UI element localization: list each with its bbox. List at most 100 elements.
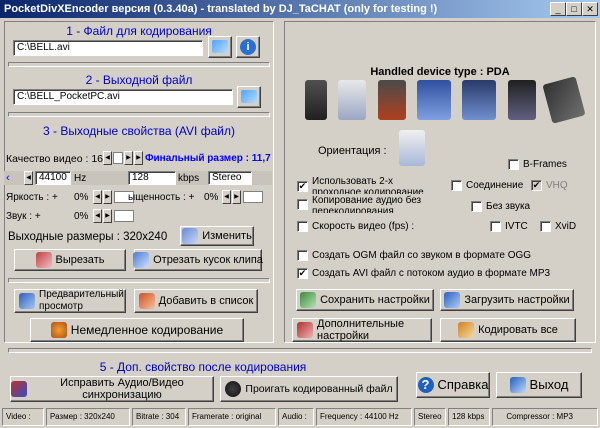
divider bbox=[8, 112, 270, 117]
speed-checkbox[interactable] bbox=[297, 221, 308, 232]
divider bbox=[8, 62, 270, 67]
device-list bbox=[305, 76, 586, 124]
saturation-slider[interactable] bbox=[243, 191, 263, 203]
encode-all-button[interactable]: Кодировать все bbox=[440, 318, 576, 342]
brightness-label: Яркость : + bbox=[6, 192, 58, 203]
quality-max[interactable]: ▶ bbox=[134, 151, 143, 165]
exit-button[interactable]: Выход bbox=[496, 372, 582, 398]
sound-down[interactable]: ◀ bbox=[93, 209, 102, 223]
help-button[interactable]: ? Справка bbox=[416, 372, 490, 398]
sound-up[interactable]: ▶ bbox=[103, 209, 112, 223]
clip-icon bbox=[133, 252, 150, 268]
extra-settings-button[interactable]: Дополнительные настройки bbox=[292, 318, 432, 342]
info-button[interactable]: i bbox=[236, 36, 260, 58]
divider bbox=[8, 348, 592, 353]
xvid-label: XviD bbox=[555, 221, 577, 232]
bframes-checkbox[interactable] bbox=[508, 159, 519, 170]
sound-value: 0% bbox=[74, 211, 89, 222]
device-pocketpc-icon[interactable] bbox=[338, 80, 367, 120]
help-icon: ? bbox=[417, 377, 434, 393]
quality-slider[interactable] bbox=[113, 152, 123, 164]
mp3-checkbox[interactable]: ✔ bbox=[297, 268, 308, 279]
left-arrow-icon[interactable]: ‹ bbox=[6, 172, 10, 184]
section3-title: 3 - Выходные свойства (AVI файл) bbox=[43, 124, 235, 138]
close-button[interactable]: ✕ bbox=[582, 2, 598, 16]
exit-icon bbox=[509, 377, 526, 393]
final-size-label: Финальный размер : 11,7 bbox=[145, 153, 271, 164]
ogg-label: Создать OGM файл со звуком в формате OGG bbox=[312, 250, 532, 261]
section5-title: 5 - Доп. свойство после кодирования bbox=[99, 360, 307, 374]
input-file-field[interactable]: C:\BELL.avi bbox=[13, 40, 203, 56]
copy-audio-label: Копирование аудио без перекодирования bbox=[312, 195, 422, 213]
play-icon bbox=[225, 381, 242, 397]
device-type-title: Handled device type : PDA bbox=[370, 66, 510, 78]
quality-label: Качество видео : 16 bbox=[6, 153, 103, 165]
brightness-value: 0% bbox=[74, 192, 89, 203]
add-to-list-button[interactable]: Добавить в список bbox=[134, 289, 258, 313]
save-settings-button[interactable]: Сохранить настройки bbox=[296, 289, 434, 311]
connection-checkbox[interactable] bbox=[451, 180, 462, 191]
window-title: PocketDivXEncoder версия (0.3.40a) - tra… bbox=[4, 3, 438, 15]
saturation-down[interactable]: ◀ bbox=[222, 190, 231, 204]
settings-icon bbox=[297, 322, 313, 338]
xvid-checkbox[interactable] bbox=[540, 221, 551, 232]
section1-title: 1 - Файл для кодирования bbox=[66, 24, 212, 38]
browse-input-button[interactable] bbox=[208, 36, 232, 58]
sound-slider[interactable] bbox=[114, 210, 134, 222]
device-phone-icon[interactable] bbox=[305, 80, 327, 120]
no-sound-label: Без звука bbox=[486, 201, 531, 212]
freq-spin[interactable]: ◀ bbox=[24, 171, 33, 185]
saturation-up[interactable]: ▶ bbox=[232, 190, 241, 204]
ogg-checkbox[interactable] bbox=[297, 250, 308, 261]
status-kbps: 128 kbps bbox=[448, 408, 490, 426]
maximize-button[interactable]: □ bbox=[566, 2, 582, 16]
load-settings-button[interactable]: Загрузить настройки bbox=[440, 289, 574, 311]
quality-down[interactable]: ◀ bbox=[103, 151, 112, 165]
encode-now-button[interactable]: Немедленное кодирование bbox=[30, 318, 244, 342]
device-palm-icon[interactable] bbox=[377, 80, 406, 120]
scissors-icon bbox=[35, 252, 52, 268]
ivtc-checkbox[interactable] bbox=[490, 221, 501, 232]
preview-button[interactable]: Предварительный просмотр bbox=[14, 289, 126, 313]
fix-av-sync-button[interactable]: Исправить Аудио/Видео синхронизацию bbox=[10, 376, 214, 402]
title-bar: PocketDivXEncoder версия (0.3.40a) - tra… bbox=[0, 0, 600, 18]
info-icon: i bbox=[240, 39, 256, 55]
twopass-label: Использовать 2-х проходное кодирование bbox=[312, 176, 424, 194]
device-console-icon[interactable] bbox=[542, 76, 586, 124]
status-frequency: Frequency : 44100 Hz bbox=[316, 408, 412, 426]
channels-field[interactable]: Stereo bbox=[208, 171, 252, 185]
device-pda-wide-icon[interactable] bbox=[416, 80, 451, 120]
status-video: Video : bbox=[2, 408, 44, 426]
output-size-label: Выходные размеры : 320x240 bbox=[8, 231, 168, 243]
status-compressor: Compressor : MP3 bbox=[492, 408, 598, 426]
browse-output-button[interactable] bbox=[237, 86, 261, 108]
brightness-down[interactable]: ◀ bbox=[93, 190, 102, 204]
orientation-device-icon[interactable] bbox=[399, 130, 425, 166]
device-organizer-icon[interactable] bbox=[507, 80, 536, 120]
saturation-value: 0% bbox=[204, 192, 219, 203]
folder-icon bbox=[212, 40, 228, 53]
saturation-label: ыщенность : + bbox=[128, 192, 195, 203]
change-size-button[interactable]: Изменить bbox=[180, 226, 254, 246]
copy-audio-checkbox[interactable] bbox=[297, 199, 308, 210]
hz-label: Hz bbox=[74, 173, 87, 184]
status-audio: Audio : bbox=[278, 408, 314, 426]
device-tablet-icon[interactable] bbox=[462, 80, 497, 120]
minimize-button[interactable]: _ bbox=[550, 2, 566, 16]
kbps-label: kbps bbox=[178, 173, 200, 184]
play-file-button[interactable]: Проигать кодированный файл bbox=[220, 376, 398, 402]
ivtc-label: IVTC bbox=[505, 221, 528, 232]
quality-up[interactable]: ▶ bbox=[124, 151, 133, 165]
wrench-icon bbox=[182, 228, 199, 244]
clip-button[interactable]: Отрезать кусок клипа bbox=[133, 249, 263, 271]
speed-label: Скорость видео (fps) : bbox=[312, 221, 415, 232]
cut-button[interactable]: Вырезать bbox=[14, 249, 126, 271]
vhq-checkbox[interactable]: ✔ bbox=[531, 180, 542, 191]
audio-freq-field[interactable]: 44100 bbox=[35, 171, 71, 185]
bitrate-field[interactable]: 128 bbox=[128, 171, 176, 185]
status-size: Размер : 320x240 bbox=[46, 408, 130, 426]
output-file-field[interactable]: C:\BELL_PocketPC.avi bbox=[13, 89, 233, 105]
no-sound-checkbox[interactable] bbox=[471, 201, 482, 212]
twopass-checkbox[interactable]: ✔ bbox=[297, 181, 308, 192]
brightness-up[interactable]: ▶ bbox=[103, 190, 112, 204]
